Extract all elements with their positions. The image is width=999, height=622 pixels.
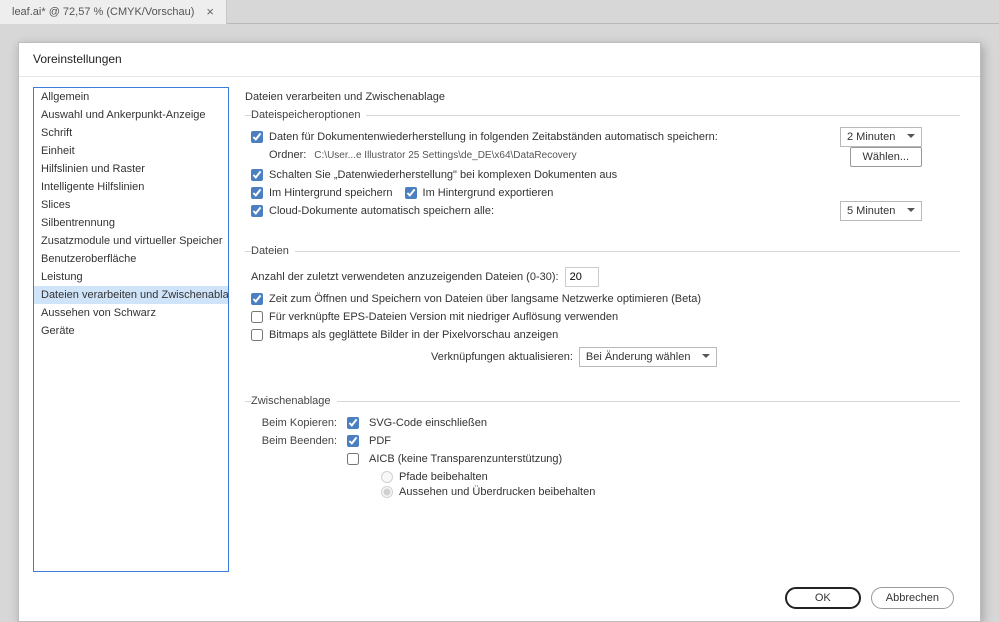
- choose-folder-button[interactable]: Wählen...: [850, 147, 922, 167]
- update-links-select[interactable]: Bei Änderung wählen: [579, 347, 717, 367]
- background-save-checkbox[interactable]: [251, 187, 263, 199]
- preserve-paths-label: Pfade beibehalten: [399, 471, 488, 483]
- choose-folder-label: Wählen...: [863, 151, 909, 163]
- auto-recover-interval-value: 2 Minuten: [847, 131, 895, 143]
- ok-label: OK: [815, 592, 831, 604]
- sidebar-item-plugins[interactable]: Zusatzmodule und virtueller Speicher: [34, 232, 228, 250]
- slow-network-optimize-checkbox[interactable]: [251, 293, 263, 305]
- chevron-down-icon: [907, 134, 915, 142]
- background-export-label: Im Hintergrund exportieren: [423, 187, 554, 199]
- sidebar-item-hyphenation[interactable]: Silbentrennung: [34, 214, 228, 232]
- chevron-down-icon: [907, 208, 915, 216]
- sidebar-item-black-appearance[interactable]: Aussehen von Schwarz: [34, 304, 228, 322]
- sidebar-item-smart-guides[interactable]: Intelligente Hilfslinien: [34, 178, 228, 196]
- cloud-autosave-interval-select[interactable]: 5 Minuten: [840, 201, 922, 221]
- pdf-checkbox[interactable]: [347, 435, 359, 447]
- document-tab-title: leaf.ai* @ 72,57 % (CMYK/Vorschau): [12, 6, 194, 18]
- cloud-autosave-label: Cloud-Dokumente automatisch speichern al…: [269, 205, 494, 217]
- sidebar-item-slices[interactable]: Slices: [34, 196, 228, 214]
- disable-recovery-complex-label: Schalten Sie „Datenwiederherstellung" be…: [269, 169, 617, 181]
- disable-recovery-complex-checkbox[interactable]: [251, 169, 263, 181]
- sidebar-item-ui[interactable]: Benutzeroberfläche: [34, 250, 228, 268]
- preserve-appearance-label: Aussehen und Überdrucken beibehalten: [399, 486, 595, 498]
- section-clipboard-legend: Zwischenablage: [251, 395, 337, 407]
- auto-recover-checkbox[interactable]: [251, 131, 263, 143]
- cancel-label: Abbrechen: [886, 592, 939, 604]
- bitmap-antialias-label: Bitmaps als geglättete Bilder in der Pix…: [269, 329, 558, 341]
- preferences-dialog: Voreinstellungen Allgemein Auswahl und A…: [18, 42, 981, 622]
- document-tab[interactable]: leaf.ai* @ 72,57 % (CMYK/Vorschau) ×: [0, 0, 227, 24]
- sidebar-item-general[interactable]: Allgemein: [34, 88, 228, 106]
- close-icon[interactable]: ×: [206, 4, 214, 19]
- recent-files-input[interactable]: [565, 267, 599, 287]
- folder-label: Ordner:: [269, 149, 306, 161]
- preferences-content: Dateien verarbeiten und Zwischenablage D…: [235, 87, 966, 572]
- pdf-label: PDF: [369, 435, 391, 447]
- preserve-paths-radio: [381, 471, 393, 483]
- ok-button[interactable]: OK: [785, 587, 861, 609]
- preferences-sidebar: Allgemein Auswahl und Ankerpunkt-Anzeige…: [33, 87, 229, 572]
- cloud-autosave-checkbox[interactable]: [251, 205, 263, 217]
- on-quit-label: Beim Beenden:: [251, 435, 337, 447]
- svg-include-checkbox[interactable]: [347, 417, 359, 429]
- auto-recover-interval-select[interactable]: 2 Minuten: [840, 127, 922, 147]
- slow-network-optimize-label: Zeit zum Öffnen und Speichern von Dateie…: [269, 293, 701, 305]
- sidebar-item-selection[interactable]: Auswahl und Ankerpunkt-Anzeige: [34, 106, 228, 124]
- eps-lowres-label: Für verknüpfte EPS-Dateien Version mit n…: [269, 311, 618, 323]
- section-files-legend: Dateien: [251, 245, 295, 257]
- preserve-appearance-radio: [381, 486, 393, 498]
- folder-path: C:\User...e Illustrator 25 Settings\de_D…: [314, 150, 576, 161]
- sidebar-item-devices[interactable]: Geräte: [34, 322, 228, 340]
- on-copy-label: Beim Kopieren:: [251, 417, 337, 429]
- aicb-checkbox[interactable]: [347, 453, 359, 465]
- section-files: Dateien Anzahl der zuletzt verwendeten a…: [245, 245, 960, 383]
- sidebar-item-file-handling[interactable]: Dateien verarbeiten und Zwischenablage: [34, 286, 228, 304]
- svg-include-label: SVG-Code einschließen: [369, 417, 487, 429]
- eps-lowres-checkbox[interactable]: [251, 311, 263, 323]
- auto-recover-label: Daten für Dokumentenwiederherstellung in…: [269, 131, 718, 143]
- background-save-label: Im Hintergrund speichern: [269, 187, 393, 199]
- section-storage: Dateispeicheroptionen Daten für Dokument…: [245, 109, 960, 233]
- bitmap-antialias-checkbox[interactable]: [251, 329, 263, 341]
- cloud-autosave-interval-value: 5 Minuten: [847, 205, 895, 217]
- update-links-label: Verknüpfungen aktualisieren:: [431, 351, 573, 363]
- dialog-title: Voreinstellungen: [19, 43, 980, 77]
- background-export-checkbox[interactable]: [405, 187, 417, 199]
- section-storage-legend: Dateispeicheroptionen: [251, 109, 366, 121]
- sidebar-item-type[interactable]: Schrift: [34, 124, 228, 142]
- update-links-value: Bei Änderung wählen: [586, 351, 691, 363]
- page-title: Dateien verarbeiten und Zwischenablage: [245, 91, 960, 103]
- section-clipboard: Zwischenablage Beim Kopieren: SVG-Code e…: [245, 395, 960, 511]
- document-tabbar: leaf.ai* @ 72,57 % (CMYK/Vorschau) ×: [0, 0, 999, 24]
- chevron-down-icon: [702, 354, 710, 362]
- sidebar-item-performance[interactable]: Leistung: [34, 268, 228, 286]
- sidebar-item-guides[interactable]: Hilfslinien und Raster: [34, 160, 228, 178]
- cancel-button[interactable]: Abbrechen: [871, 587, 954, 609]
- dialog-buttonbar: OK Abbrechen: [785, 587, 954, 609]
- aicb-label: AICB (keine Transparenzunterstützung): [369, 453, 562, 465]
- recent-files-label: Anzahl der zuletzt verwendeten anzuzeige…: [251, 271, 559, 283]
- sidebar-item-units[interactable]: Einheit: [34, 142, 228, 160]
